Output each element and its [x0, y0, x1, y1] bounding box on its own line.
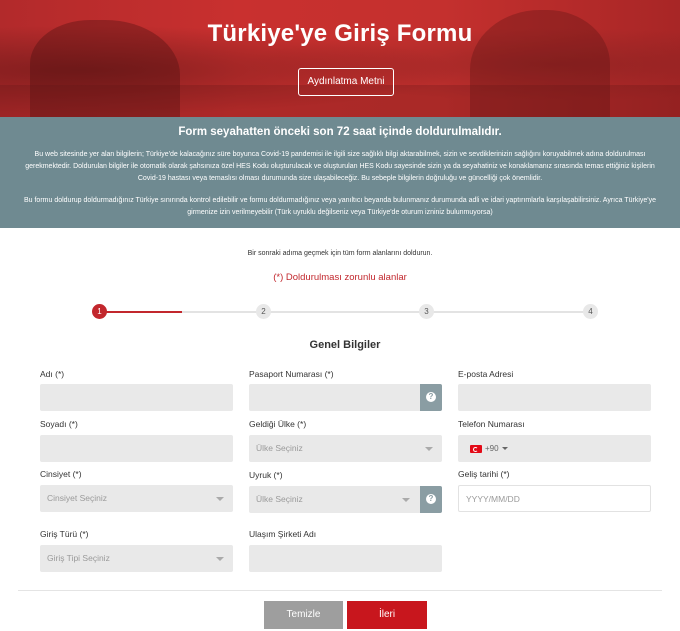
notice-paragraph: Bu web sitesinde yer alan bilgilerin; Tü…	[25, 151, 655, 182]
section-title: Genel Bilgiler	[309, 339, 381, 351]
nationality-label: Uyruk (*)	[249, 470, 283, 480]
carrier-input[interactable]	[249, 545, 442, 572]
nationality-help-button[interactable]: ?	[420, 486, 442, 513]
step-2: 2	[256, 304, 271, 319]
privacy-notice-button[interactable]: Aydınlatma Metni	[298, 68, 394, 96]
notice-paragraph: Bu formu doldurup doldurmadığınız Türkiy…	[23, 197, 657, 216]
email-input[interactable]	[458, 384, 651, 411]
nationality-placeholder: Ülke Seçiniz	[256, 494, 303, 504]
form-stepper: 1 2 3 4	[92, 304, 598, 320]
nationality-select[interactable]: Ülke Seçiniz ?	[249, 486, 442, 513]
help-icon: ?	[426, 494, 436, 504]
gender-placeholder: Cinsiyet Seçiniz	[47, 493, 107, 503]
origin-country-label: Geldiği Ülke (*)	[249, 419, 307, 429]
first-name-input[interactable]	[40, 384, 233, 411]
phone-input[interactable]: +90	[458, 435, 651, 462]
chevron-down-icon	[216, 557, 224, 561]
turkey-flag-icon[interactable]	[470, 445, 482, 453]
carrier-label: Ulaşım Şirketi Adı	[249, 529, 317, 539]
arrival-date-label: Geliş tarihi (*)	[458, 469, 510, 479]
page-title: Türkiye'ye Giriş Formu	[207, 20, 473, 47]
origin-country-placeholder: Ülke Seçiniz	[256, 443, 303, 453]
entry-type-placeholder: Giriş Tipi Seçiniz	[47, 553, 110, 563]
gender-select[interactable]: Cinsiyet Seçiniz	[40, 485, 233, 512]
email-label: E-posta Adresi	[458, 369, 514, 379]
entry-type-label: Giriş Türü (*)	[40, 529, 89, 539]
hero-banner: Türkiye'ye Giriş Formu Aydınlatma Metni	[0, 0, 680, 117]
passport-input[interactable]: ?	[249, 384, 442, 411]
step-3: 3	[419, 304, 434, 319]
chevron-down-icon	[216, 497, 224, 501]
phone-label: Telefon Numarası	[458, 419, 525, 429]
clear-button[interactable]: Temizle	[264, 601, 343, 629]
notice-title: Form seyahatten önceki son 72 saat içind…	[178, 126, 502, 138]
next-button[interactable]: İleri	[347, 601, 427, 629]
step-1: 1	[92, 304, 107, 319]
origin-country-select[interactable]: Ülke Seçiniz	[249, 435, 442, 462]
dial-code: +90	[485, 444, 499, 453]
first-name-label: Adı (*)	[40, 369, 65, 379]
stepper-progress	[100, 311, 182, 313]
last-name-input[interactable]	[40, 435, 233, 462]
passport-label: Pasaport Numarası (*)	[249, 369, 334, 379]
required-fields-note: (*) Doldurulması zorunlu alanlar	[273, 272, 407, 283]
chevron-down-icon	[425, 447, 433, 451]
form-instruction: Bir sonraki adıma geçmek için tüm form a…	[247, 250, 433, 257]
notice-panel: Form seyahatten önceki son 72 saat içind…	[0, 117, 680, 228]
chevron-down-icon	[502, 447, 508, 450]
step-4: 4	[583, 304, 598, 319]
footer-divider	[18, 590, 662, 591]
passport-help-button[interactable]: ?	[420, 384, 442, 411]
arrival-date-placeholder: YYYY/MM/DD	[466, 494, 520, 504]
gender-label: Cinsiyet (*)	[40, 469, 82, 479]
arrival-date-input[interactable]: YYYY/MM/DD	[458, 485, 651, 512]
chevron-down-icon	[402, 498, 410, 502]
entry-type-select[interactable]: Giriş Tipi Seçiniz	[40, 545, 233, 572]
help-icon: ?	[426, 392, 436, 402]
last-name-label: Soyadı (*)	[40, 419, 78, 429]
